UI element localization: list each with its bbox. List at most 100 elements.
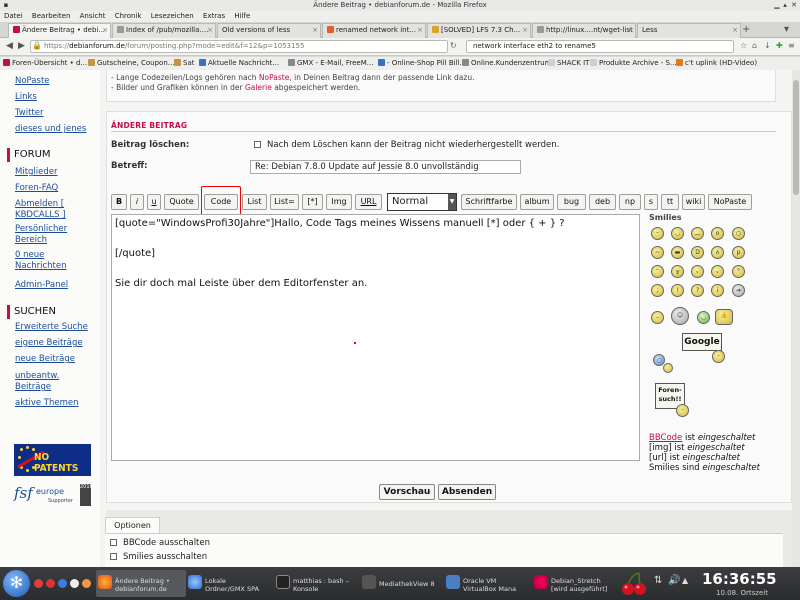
back-icon[interactable]: ◀ bbox=[4, 41, 15, 52]
bookmark-item[interactable]: Aktuelle Nachricht... bbox=[199, 57, 279, 70]
system-tray-orange-icon[interactable] bbox=[82, 579, 91, 588]
list-item-button[interactable]: [*] bbox=[302, 194, 323, 210]
subject-input[interactable]: Re: Debian 7.8.0 Update auf Jessie 8.0 u… bbox=[250, 160, 521, 174]
bookmark-item[interactable]: GMX - E-Mail, FreeM... bbox=[288, 57, 373, 70]
menu-ansicht[interactable]: Ansicht bbox=[80, 12, 106, 20]
wink-icon[interactable]: ; bbox=[651, 284, 664, 297]
fsfe-supporter-logo[interactable]: fsf europe Supporter 2016 bbox=[14, 484, 93, 510]
maximize-icon[interactable]: ▴ bbox=[781, 1, 789, 9]
tab-close-icon[interactable]: × bbox=[522, 24, 528, 37]
np-button[interactable]: np bbox=[619, 194, 641, 210]
hint-link-nopaste[interactable]: NoPaste bbox=[259, 73, 289, 82]
wave-smilie-icon[interactable]: ☺ bbox=[671, 307, 689, 325]
tab-list-icon[interactable]: ▾ bbox=[784, 23, 789, 36]
smile-icon[interactable]: ᵕ bbox=[651, 227, 664, 240]
tray-expand-icon[interactable]: ▲ bbox=[682, 576, 688, 585]
bookmark-item[interactable]: Foren-Übersicht • d... bbox=[3, 57, 87, 70]
razz-icon[interactable]: p bbox=[732, 246, 745, 259]
system-tray-blue-icon[interactable] bbox=[58, 579, 67, 588]
font-size-select[interactable]: Normal ▼ bbox=[387, 193, 457, 211]
sidebar-link-new-posts[interactable]: neue Beiträge bbox=[15, 354, 75, 365]
menu-icon[interactable]: ≡ bbox=[788, 41, 795, 50]
tab-close-icon[interactable]: × bbox=[312, 24, 318, 37]
neutral-icon[interactable]: – bbox=[651, 311, 664, 324]
wiki-button[interactable]: wiki bbox=[682, 194, 705, 210]
deb-button[interactable]: deb bbox=[589, 194, 616, 210]
bookmark-item[interactable]: Sat bbox=[174, 57, 194, 70]
tab-close-icon[interactable]: × bbox=[627, 24, 633, 37]
cry-icon[interactable]: ╥ bbox=[671, 265, 684, 278]
bold-button[interactable]: B bbox=[111, 194, 127, 210]
kde-launcher-icon[interactable]: ✻ bbox=[3, 570, 30, 597]
laugh-icon[interactable]: D bbox=[691, 246, 704, 259]
tab-close-icon[interactable]: × bbox=[417, 24, 423, 37]
nopaste-button[interactable]: NoPaste bbox=[708, 194, 752, 210]
search-input[interactable]: network interface eth2 to rename5 bbox=[466, 40, 734, 53]
tab-options[interactable]: Optionen bbox=[105, 517, 160, 534]
volume-icon[interactable]: 🔊 bbox=[668, 575, 680, 586]
bookmark-item[interactable]: - Online-Shop Pill Bill... bbox=[378, 57, 466, 70]
sidebar-link-misc[interactable]: dieses und jenes bbox=[15, 124, 86, 135]
sidebar-link-logout[interactable]: Abmelden [ KBDCALLS ] bbox=[15, 199, 75, 221]
tab-wget-list[interactable]: http://linux....nt/wget-list × bbox=[532, 23, 636, 38]
forward-icon[interactable]: ▶ bbox=[16, 41, 27, 52]
sidebar-link-advanced-search[interactable]: Erweiterte Suche bbox=[15, 322, 88, 333]
menu-extras[interactable]: Extras bbox=[203, 12, 225, 20]
surprised-icon[interactable]: o bbox=[711, 227, 724, 240]
google-sign-smilie[interactable]: Google bbox=[682, 333, 722, 351]
page-scrollbar[interactable] bbox=[792, 70, 800, 567]
img-button[interactable]: Img bbox=[326, 194, 352, 210]
arrow-icon[interactable]: ➔ bbox=[732, 284, 745, 297]
menu-hilfe[interactable]: Hilfe bbox=[234, 12, 250, 20]
grin-icon[interactable]: ◡ bbox=[671, 227, 684, 240]
bbcode-link[interactable]: BBCode bbox=[649, 433, 682, 443]
close-icon[interactable]: ✕ bbox=[790, 1, 798, 9]
sidebar-link-unanswered[interactable]: unbeantw. Beiträge bbox=[15, 371, 70, 393]
sidebar-link-personal[interactable]: Persönlicher Bereich bbox=[15, 224, 75, 246]
embarrassed-icon[interactable]: ᵔ bbox=[651, 265, 664, 278]
tab-less-versions[interactable]: Old versions of less × bbox=[217, 23, 321, 38]
menu-datei[interactable]: Datei bbox=[4, 12, 23, 20]
list-ordered-button[interactable]: List= bbox=[270, 194, 299, 210]
url-bar[interactable]: https://debianforum.de/forum/posting.php… bbox=[30, 40, 448, 53]
italic-button[interactable]: i bbox=[130, 194, 144, 210]
bug-button[interactable]: bug bbox=[557, 194, 586, 210]
sidebar-link-admin[interactable]: Admin-Panel bbox=[15, 280, 68, 291]
tab-close-icon[interactable]: × bbox=[102, 24, 108, 37]
download-icon[interactable]: ↓ bbox=[764, 41, 771, 50]
mad-icon[interactable]: ʌ bbox=[711, 246, 724, 259]
url-button[interactable]: URL bbox=[355, 194, 382, 210]
tab-close-icon[interactable]: × bbox=[207, 24, 213, 37]
message-textarea[interactable]: [quote="WindowsProfi30Jahre"]Hallo, Code… bbox=[111, 214, 640, 461]
menu-chronik[interactable]: Chronik bbox=[115, 12, 142, 20]
bookmark-item[interactable]: Gutscheine, Coupon... bbox=[88, 57, 174, 70]
sidebar-link-faq[interactable]: Foren-FAQ bbox=[15, 183, 58, 194]
task-mediathekview[interactable]: MediathekView 8 bbox=[360, 570, 442, 597]
rolleyes-icon[interactable]: ° bbox=[732, 265, 745, 278]
cool-icon[interactable]: ▬ bbox=[671, 246, 684, 259]
task-debian-vm[interactable]: Debian_Stretch [wird ausgeführt] bbox=[532, 570, 618, 597]
lock-icon[interactable]: 🔒 bbox=[32, 41, 42, 50]
sidebar-link-active-topics[interactable]: aktive Themen bbox=[15, 398, 79, 409]
preview-button[interactable]: Vorschau bbox=[379, 484, 435, 500]
system-tray-red-icon[interactable] bbox=[46, 579, 55, 588]
menu-bearbeiten[interactable]: Bearbeiten bbox=[32, 12, 70, 20]
scrollbar-thumb[interactable] bbox=[793, 80, 799, 195]
tab-mozilla-index[interactable]: Index of /pub/mozilla.... × bbox=[112, 23, 216, 38]
bookmark-star-icon[interactable]: ☆ bbox=[740, 41, 747, 50]
hint-link-gallery[interactable]: Galerie bbox=[245, 83, 272, 92]
mrgreen-icon[interactable]: ◡ bbox=[697, 311, 710, 324]
menu-lesezeichen[interactable]: Lesezeichen bbox=[151, 12, 194, 20]
idea-icon[interactable]: i bbox=[711, 284, 724, 297]
sidebar-link-own-posts[interactable]: eigene Beiträge bbox=[15, 338, 83, 349]
question-icon[interactable]: ? bbox=[691, 284, 704, 297]
task-thunderbird[interactable]: Lokale Ordner/GMX SPA bbox=[186, 570, 274, 597]
s-button[interactable]: s bbox=[644, 194, 658, 210]
system-tray-white-icon[interactable] bbox=[70, 579, 79, 588]
tt-button[interactable]: tt bbox=[661, 194, 679, 210]
sidebar-link-messages[interactable]: 0 neue Nachrichten bbox=[15, 250, 75, 272]
bbcode-off-checkbox[interactable] bbox=[110, 539, 117, 546]
sad-icon[interactable]: ︵ bbox=[691, 227, 704, 240]
cherry-icon[interactable] bbox=[620, 571, 650, 597]
delete-checkbox[interactable] bbox=[254, 141, 261, 148]
